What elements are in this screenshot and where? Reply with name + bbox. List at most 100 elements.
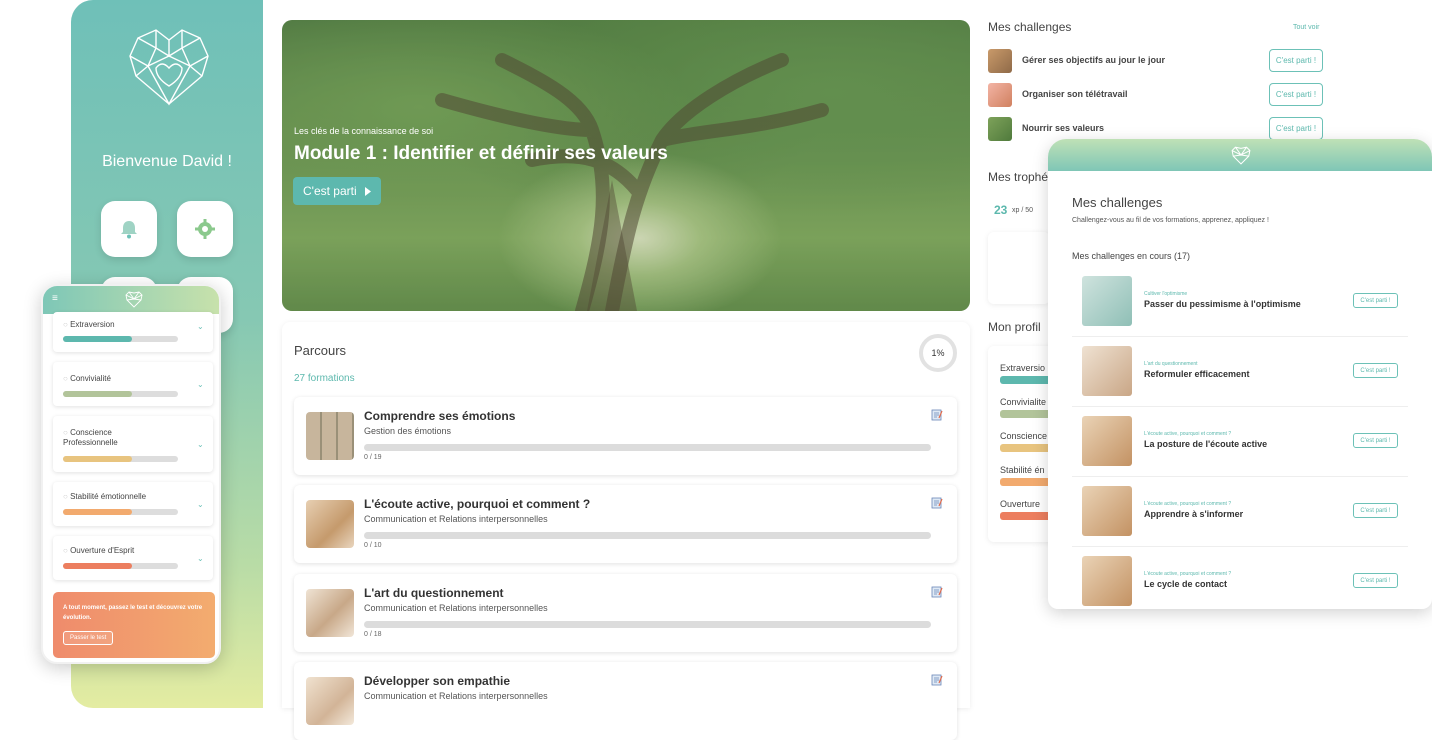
course-card[interactable]: L'écoute active, pourquoi et comment ? C…	[294, 485, 957, 563]
mobile-mockup: ≡ ○ Extraversion ⌄ ○ Convivialité ⌄ ○ Co…	[41, 284, 221, 664]
challenge-thumbnail	[1082, 276, 1132, 326]
course-title: Comprendre ses émotions	[364, 409, 516, 423]
notepad-icon[interactable]	[931, 674, 943, 686]
chevron-down-icon: ⌄	[197, 380, 204, 389]
xp-value: 23	[994, 203, 1008, 217]
notepad-icon[interactable]	[931, 497, 943, 509]
course-thumbnail	[306, 677, 354, 725]
challenge-category: Cultiver l'optimisme	[1144, 291, 1188, 297]
course-progress-text: 0 / 10	[364, 542, 382, 549]
panel-subtitle: Challengez-vous au fil de vos formations…	[1072, 217, 1269, 224]
trait-bar-track	[63, 336, 178, 342]
see-all-link[interactable]: Tout voir	[1293, 24, 1319, 31]
welcome-message: Bienvenue David !	[102, 153, 232, 170]
course-progress-text: 0 / 19	[364, 454, 382, 461]
hero-title: Module 1 : Identifier et définir ses val…	[294, 143, 668, 164]
challenge-start-button[interactable]: C'est parti !	[1353, 503, 1398, 518]
challenge-thumbnail	[1082, 486, 1132, 536]
trait-label-text: Extraversion	[70, 320, 115, 329]
challenge-item[interactable]: L'écoute active, pourquoi et comment ? A…	[1072, 477, 1408, 547]
play-icon	[364, 186, 371, 196]
trait-bar-track	[63, 563, 178, 569]
course-title: Développer son empathie	[364, 674, 511, 688]
menu-icon[interactable]: ≡	[52, 293, 58, 304]
xp-total: xp / 50	[1012, 207, 1034, 214]
challenge-item[interactable]: Cultiver l'optimisme Passer du pessimism…	[1072, 267, 1408, 337]
challenge-start-button[interactable]: C'est parti !	[1353, 573, 1398, 588]
challenge-item[interactable]: L'écoute active, pourquoi et comment ? L…	[1072, 547, 1408, 609]
trophies-title: Mes trophé	[988, 170, 1049, 184]
course-category: Communication et Relations interpersonne…	[364, 691, 548, 701]
trait-bar-fill	[63, 509, 132, 515]
challenge-item[interactable]: L'écoute active, pourquoi et comment ? L…	[1072, 407, 1408, 477]
challenge-thumbnail	[988, 117, 1012, 141]
profile-title: Mon profil	[988, 320, 1041, 334]
promo-text: A tout moment, passez le test et découvr…	[63, 605, 203, 621]
chevron-down-icon: ⌄	[197, 554, 204, 563]
course-category: Communication et Relations interpersonne…	[364, 603, 548, 613]
course-card[interactable]: Comprendre ses émotions Gestion des émot…	[294, 397, 957, 475]
challenge-start-button[interactable]: C'est parti !	[1353, 293, 1398, 308]
trophies-card	[988, 232, 1050, 304]
course-card[interactable]: Développer son empathie Communication et…	[294, 662, 957, 740]
settings-button[interactable]	[177, 201, 233, 257]
trait-bar-fill	[63, 391, 132, 397]
trait-card[interactable]: ○ Extraversion ⌄	[53, 312, 213, 352]
trait-card[interactable]: ○ Stabilité émotionnelle ⌄	[53, 482, 213, 526]
dot-icon: ○	[63, 320, 71, 329]
test-promo-card: A tout moment, passez le test et découvr…	[53, 592, 215, 658]
dot-icon: ○	[63, 546, 71, 555]
take-test-button[interactable]: Passer le test	[63, 631, 114, 645]
trait-bar-track	[63, 391, 178, 397]
challenge-category: L'écoute active, pourquoi et comment ?	[1144, 431, 1232, 437]
challenge-title: La posture de l'écoute active	[1144, 439, 1268, 449]
dot-icon: ○	[63, 428, 71, 437]
trait-bar-track	[63, 456, 178, 462]
challenge-start-button[interactable]: C'est parti !	[1353, 363, 1398, 378]
trait-bar-fill	[63, 336, 132, 342]
challenge-item[interactable]: L'art du questionnement Reformuler effic…	[1072, 337, 1408, 407]
challenge-category: L'écoute active, pourquoi et comment ?	[1144, 571, 1232, 577]
trait-card[interactable]: ○ Conscience Professionnelle ⌄	[53, 416, 213, 472]
course-title: L'écoute active, pourquoi et comment ?	[364, 497, 591, 511]
challenge-row[interactable]: Gérer ses objectifs au jour le jour C'es…	[988, 49, 1324, 75]
bell-icon	[121, 221, 137, 239]
challenge-label: Gérer ses objectifs au jour le jour	[1022, 55, 1166, 65]
hero-overlay	[282, 20, 970, 311]
brain-heart-logo	[1231, 146, 1251, 165]
challenge-thumbnail	[1082, 556, 1132, 606]
challenge-start-button[interactable]: C'est parti !	[1269, 49, 1323, 72]
notifications-button[interactable]	[101, 201, 157, 257]
challenge-start-button[interactable]: C'est parti !	[1353, 433, 1398, 448]
trait-bar-fill	[63, 563, 132, 569]
challenges-title: Mes challenges	[988, 20, 1072, 34]
hero-subtitle: Les clés de la connaissance de soi	[294, 126, 434, 136]
trait-card[interactable]: ○ Convivialité ⌄	[53, 362, 213, 406]
challenge-category: L'écoute active, pourquoi et comment ?	[1144, 501, 1232, 507]
challenge-start-button[interactable]: C'est parti !	[1269, 83, 1323, 106]
challenge-thumbnail	[988, 83, 1012, 107]
dot-icon: ○	[63, 374, 71, 383]
parcours-progress-ring: 1%	[919, 334, 957, 372]
hero-start-label: C'est parti	[303, 184, 357, 198]
hero-start-button[interactable]: C'est parti	[293, 177, 381, 205]
brain-heart-logo	[129, 29, 209, 106]
course-title: L'art du questionnement	[364, 586, 504, 600]
challenges-panel-mockup: Mes challenges Challengez-vous au fil de…	[1048, 139, 1432, 609]
parcours-section: Parcours 27 formations 1% Comprendre ses…	[282, 322, 970, 740]
trait-label-text: Stabilité émotionnelle	[70, 492, 147, 501]
challenge-title: Apprendre à s'informer	[1144, 509, 1244, 519]
challenge-start-button[interactable]: C'est parti !	[1269, 117, 1323, 140]
challenge-row[interactable]: Organiser son télétravail C'est parti !	[988, 83, 1324, 109]
challenge-title: Passer du pessimisme à l'optimisme	[1144, 299, 1301, 309]
course-progress-bar	[364, 532, 931, 539]
notepad-icon[interactable]	[931, 409, 943, 421]
trait-label: ○ Conscience Professionnelle	[63, 428, 143, 448]
trait-card[interactable]: ○ Ouverture d'Esprit ⌄	[53, 536, 213, 580]
course-card[interactable]: L'art du questionnement Communication et…	[294, 574, 957, 652]
challenge-title: Le cycle de contact	[1144, 579, 1228, 589]
parcours-title: Parcours	[294, 343, 347, 358]
notepad-icon[interactable]	[931, 586, 943, 598]
course-thumbnail	[306, 589, 354, 637]
mobile-header: ≡	[43, 286, 219, 314]
